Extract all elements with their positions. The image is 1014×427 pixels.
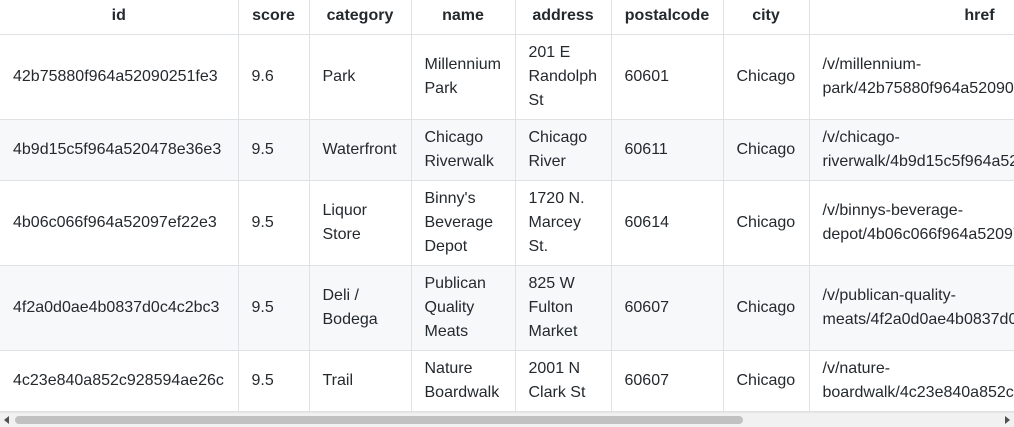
scroll-right-arrow-icon[interactable] [1005, 416, 1010, 424]
table-row: 4c23e840a852c928594ae26c 9.5 Trail Natur… [0, 350, 1014, 412]
cell-href: /v/nature-boardwalk/4c23e840a852c928594a… [808, 350, 1014, 412]
cell-id: 42b75880f964a52090251fe3 [0, 34, 239, 120]
table-viewport: id score category name address postalcod… [0, 0, 1014, 412]
cell-postalcode: 60607 [610, 265, 724, 351]
cell-city: Chicago [722, 119, 810, 181]
cell-name: Chicago Riverwalk [410, 119, 516, 181]
data-table: id score category name address postalcod… [0, 0, 1014, 412]
cell-id: 4b9d15c5f964a520478e36e3 [0, 119, 239, 181]
cell-score: 9.5 [237, 119, 310, 181]
cell-id: 4f2a0d0ae4b0837d0c4c2bc3 [0, 265, 239, 351]
cell-name: Binny's Beverage Depot [410, 180, 516, 266]
cell-category: Park [308, 34, 412, 120]
cell-score: 9.5 [237, 180, 310, 266]
cell-city: Chicago [722, 34, 810, 120]
cell-address: Chicago River [514, 119, 612, 181]
table-row: 42b75880f964a52090251fe3 9.6 Park Millen… [0, 34, 1014, 120]
cell-href: /v/chicago-riverwalk/4b9d15c5f964a520478… [808, 119, 1014, 181]
table-row: 4f2a0d0ae4b0837d0c4c2bc3 9.5 Deli / Bode… [0, 265, 1014, 351]
column-header-category: category [308, 0, 412, 35]
cell-address: 2001 N Clark St [514, 350, 612, 412]
table-row: 4b06c066f964a52097ef22e3 9.5 Liquor Stor… [0, 180, 1014, 266]
cell-score: 9.5 [237, 350, 310, 412]
column-header-postalcode: postalcode [610, 0, 724, 35]
cell-address: 825 W Fulton Market [514, 265, 612, 351]
column-header-score: score [237, 0, 310, 35]
horizontal-scrollbar[interactable] [0, 412, 1014, 427]
cell-postalcode: 60614 [610, 180, 724, 266]
column-header-city: city [722, 0, 810, 35]
cell-id: 4b06c066f964a52097ef22e3 [0, 180, 239, 266]
cell-postalcode: 60611 [610, 119, 724, 181]
cell-name: Nature Boardwalk [410, 350, 516, 412]
cell-category: Liquor Store [308, 180, 412, 266]
cell-score: 9.5 [237, 265, 310, 351]
scroll-left-arrow-icon[interactable] [4, 416, 9, 424]
column-header-name: name [410, 0, 516, 35]
cell-city: Chicago [722, 180, 810, 266]
cell-city: Chicago [722, 350, 810, 412]
cell-category: Trail [308, 350, 412, 412]
cell-postalcode: 60601 [610, 34, 724, 120]
cell-address: 201 E Randolph St [514, 34, 612, 120]
cell-id: 4c23e840a852c928594ae26c [0, 350, 239, 412]
cell-href: /v/publican-quality-meats/4f2a0d0ae4b083… [808, 265, 1014, 351]
cell-href: /v/millennium-park/42b75880f964a52090251… [808, 34, 1014, 120]
cell-score: 9.6 [237, 34, 310, 120]
cell-category: Waterfront [308, 119, 412, 181]
column-header-id: id [0, 0, 239, 35]
table-row: 4b9d15c5f964a520478e36e3 9.5 Waterfront … [0, 119, 1014, 181]
scrollbar-thumb[interactable] [15, 416, 743, 424]
cell-category: Deli / Bodega [308, 265, 412, 351]
cell-name: Millennium Park [410, 34, 516, 120]
cell-address: 1720 N. Marcey St. [514, 180, 612, 266]
cell-postalcode: 60607 [610, 350, 724, 412]
cell-name: Publican Quality Meats [410, 265, 516, 351]
cell-href: /v/binnys-beverage-depot/4b06c066f964a52… [808, 180, 1014, 266]
column-header-href: href [808, 0, 1014, 35]
cell-city: Chicago [722, 265, 810, 351]
column-header-address: address [514, 0, 612, 35]
table-header-row: id score category name address postalcod… [0, 0, 1014, 35]
